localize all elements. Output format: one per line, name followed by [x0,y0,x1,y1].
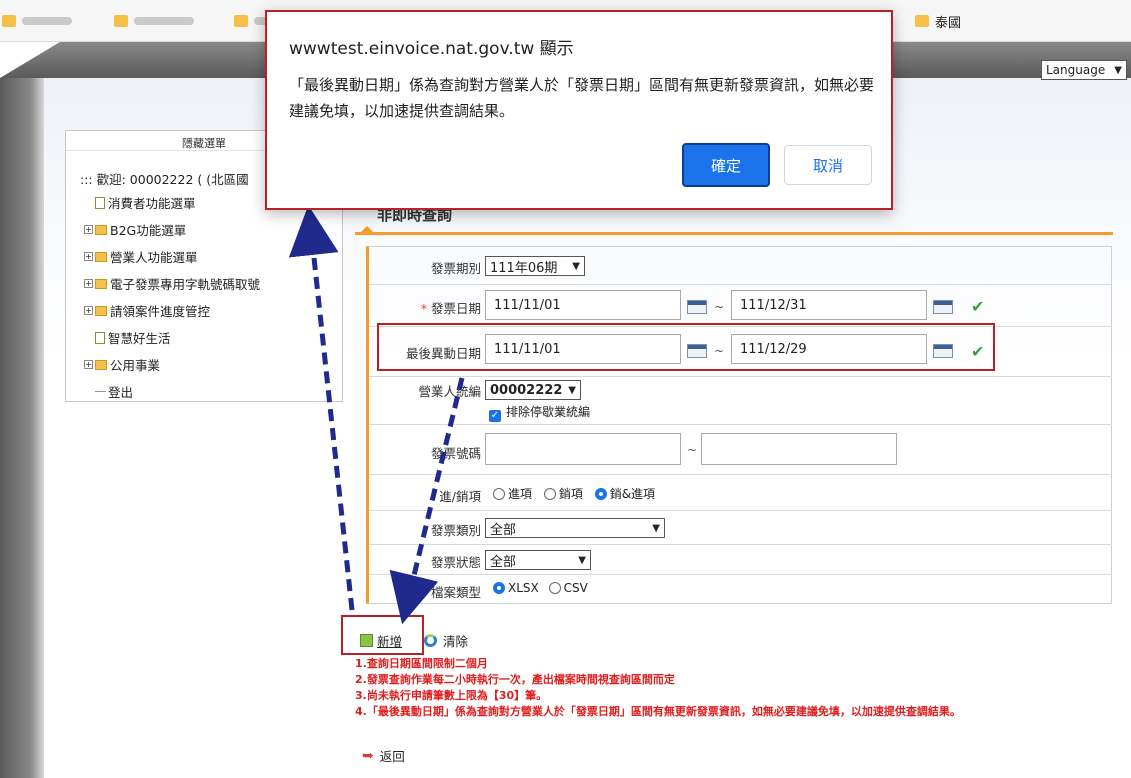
document-icon [95,331,105,344]
bookmark-thailand[interactable]: 泰國 [915,14,961,31]
expand-icon[interactable]: + [84,360,93,369]
dialog-title: wwwtest.einvoice.nat.gov.tw 顯示 [289,39,574,59]
section-divider [355,232,1113,235]
bookmark-blurred-2[interactable] [114,14,194,28]
language-select[interactable]: Language ▼ [1041,60,1127,80]
calendar-icon[interactable] [933,300,953,314]
chevron-down-icon: ▼ [578,554,586,566]
check-icon: ✔ [971,297,985,316]
alert-dialog: wwwtest.einvoice.nat.gov.tw 顯示 「最後異動日期」係… [265,10,893,210]
checkbox-checked-icon: ✓ [489,410,501,422]
radio-on-icon [594,488,607,500]
expand-icon[interactable]: + [84,225,93,234]
menu-item-smart-life[interactable]: 智慧好生活 [84,328,171,347]
chevron-down-icon: ▼ [652,522,660,534]
clear-button[interactable]: 清除 [424,631,468,650]
add-document-icon [360,634,373,647]
menu-item-consumer[interactable]: 消費者功能選單 [84,193,196,212]
row-invoice-date: * 發票日期 111/11/01 ~ 111/12/31 ✔ [369,285,1112,327]
welcome-text: ::: 歡迎: 00002222 ( (北區國 [80,172,249,187]
cancel-button[interactable]: 取消 [784,145,872,185]
chevron-down-icon: ▼ [572,260,580,272]
calendar-icon[interactable] [687,300,707,314]
menu-item-business[interactable]: + 營業人功能選單 [84,247,198,266]
radio-input[interactable]: 進項 [493,487,532,501]
menu-item-case-progress[interactable]: + 請領案件進度管控 [84,301,210,320]
query-form: 發票期別 111年06期 ▼ * 發票日期 111/11/01 ~ 111/12/… [366,246,1112,604]
refresh-icon [424,634,437,647]
row-invoice-status: 發票狀態 全部 ▼ [369,545,1112,575]
menu-item-logout[interactable]: 登出 [84,382,133,401]
folder-icon [95,305,107,316]
invoice-type-select[interactable]: 全部 ▼ [485,518,665,538]
radio-off-icon [543,488,556,500]
radio-output[interactable]: 銷項 [543,487,583,501]
back-arrow-icon: ➥ [362,747,374,764]
menu-item-utilities[interactable]: + 公用事業 [84,355,160,374]
radio-on-icon [493,582,505,594]
notes: 1.查詢日期區間限制二個月 2.發票查詢作業每二小時執行一次，產出檔案時間視查詢… [355,657,961,718]
back-button[interactable]: ➥ 返回 [362,746,405,765]
invoice-number-from[interactable] [485,433,681,465]
period-select[interactable]: 111年06期 ▼ [485,256,585,276]
expand-icon[interactable]: + [84,279,93,288]
highlight-last-change-date [377,323,995,371]
bookmark-blurred-1[interactable] [2,14,72,28]
expand-icon[interactable]: + [84,306,93,315]
invoice-date-from[interactable]: 111/11/01 [485,290,681,320]
row-invoice-type: 發票類別 全部 ▼ [369,511,1112,545]
chevron-down-icon: ▼ [568,384,576,396]
folder-icon [95,251,107,262]
row-business-id: 營業人統編 00002222 ▼ ✓ 排除停歇業統編 [369,377,1112,425]
folder-icon [95,224,107,235]
radio-both[interactable]: 銷&進項 [594,487,655,501]
ok-button[interactable]: 確定 [682,143,770,187]
radio-csv[interactable]: CSV [548,581,588,595]
row-direction: 進/銷項 進項 銷項 銷&進項 [369,475,1112,511]
folder-icon [915,15,929,27]
folder-icon [234,15,248,27]
left-decoration [0,78,44,778]
folder-icon [95,278,107,289]
menu-item-track-number[interactable]: + 電子發票專用字軌號碼取號 [84,274,260,293]
row-invoice-number: 發票號碼 ~ [369,425,1112,475]
exclude-suspended-checkbox[interactable]: ✓ 排除停歇業統編 [489,403,590,422]
invoice-status-select[interactable]: 全部 ▼ [485,550,591,570]
expand-icon[interactable]: + [84,252,93,261]
radio-off-icon [548,582,561,594]
radio-xlsx[interactable]: XLSX [493,581,539,595]
invoice-date-to[interactable]: 111/12/31 [731,290,927,320]
add-button[interactable]: 新增 [360,631,402,650]
row-period: 發票期別 111年06期 ▼ [369,247,1112,285]
chevron-down-icon: ▼ [1114,64,1122,76]
business-id-select[interactable]: 00002222 ▼ [485,380,581,400]
dialog-message: 「最後異動日期」係為查詢對方營業人於「發票日期」區間有無更新發票資訊，如無必要建… [289,76,875,120]
radio-off-icon [493,488,505,500]
folder-icon [114,15,128,27]
folder-icon [2,15,16,27]
row-file-type: 檔案類型 XLSX CSV [430,581,588,600]
document-icon [95,196,105,209]
menu-item-b2g[interactable]: + B2G功能選單 [84,220,186,239]
invoice-number-to[interactable] [701,433,897,465]
folder-icon [95,359,107,370]
